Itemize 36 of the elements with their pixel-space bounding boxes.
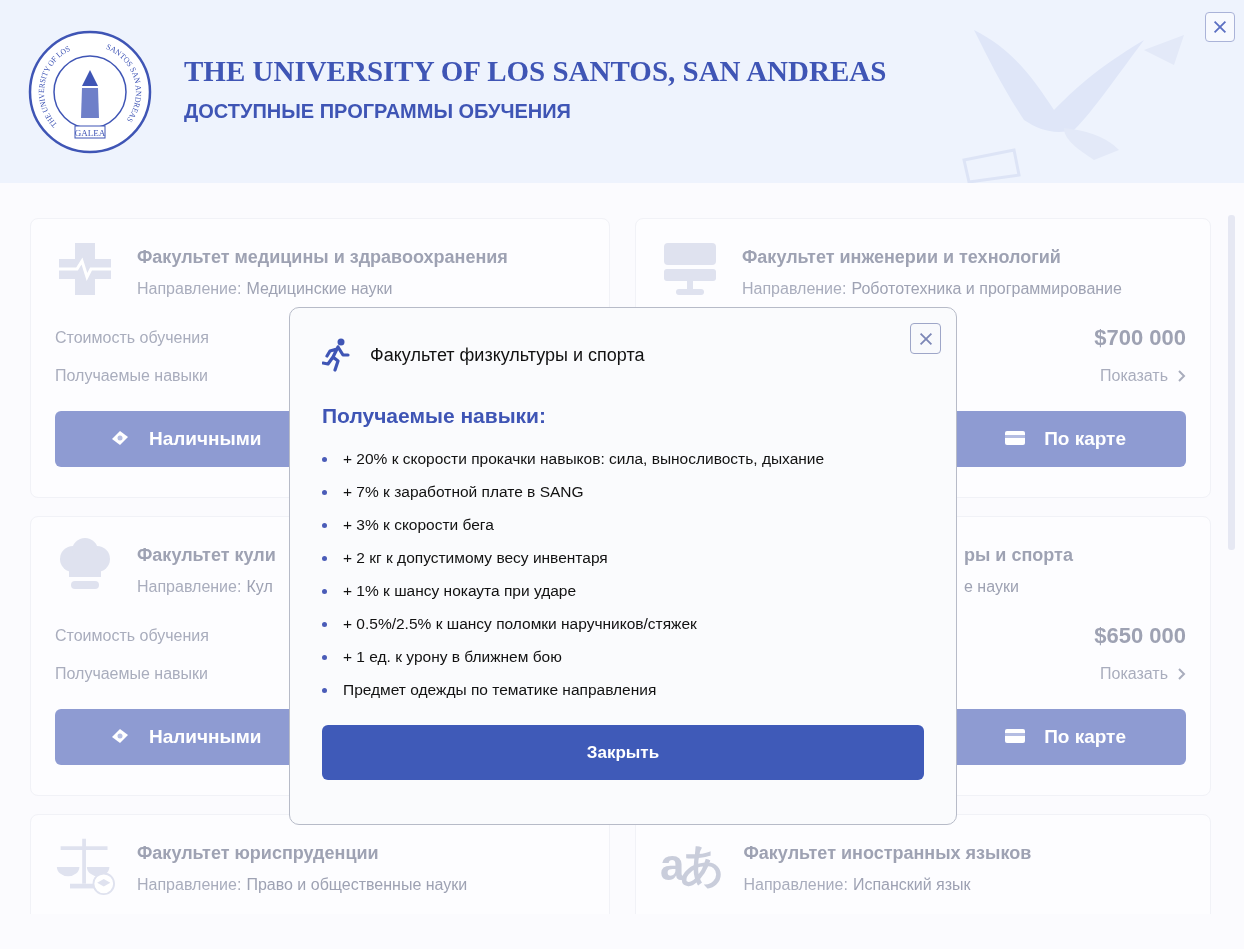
skills-label: Получаемые навыки — [55, 665, 209, 683]
direction-label: Направление: — [743, 876, 848, 894]
price: $700 000 — [1094, 325, 1186, 351]
cost-label: Стоимость обучения — [55, 627, 209, 645]
direction-value: Робототехника и программирование — [851, 280, 1122, 298]
skill-item: + 3% к скорости бега — [343, 516, 494, 534]
seal-banner-text: GALEA — [74, 127, 106, 137]
skill-item: + 7% к заработной плате в SANG — [343, 483, 584, 501]
price: $650 000 — [1094, 623, 1186, 649]
skill-item: + 20% к скорости прокачки навыков: сила, выносливость, дыхание — [343, 450, 825, 468]
direction-label: Направление: — [137, 578, 242, 596]
skills-heading: Получаемые навыки: — [322, 404, 548, 428]
cost-label: Стоимость обучения — [55, 329, 209, 347]
page-subtitle: ДОСТУПНЫЕ ПРОГРАММЫ ОБУЧЕНИЯ — [184, 99, 572, 123]
faculty-title: Факультет медицины и здравоохранения — [137, 247, 508, 268]
direction-value: Медицинские науки — [246, 280, 393, 298]
faculty-title: Факультет инженерии и технологий — [742, 247, 1062, 268]
faculty-title: ры и спорта — [964, 545, 1073, 566]
university-title: THE UNIVERSITY OF LOS SANTOS, SAN ANDREAS — [184, 54, 887, 88]
faculty-title: Факультет иностранных языков — [743, 843, 1032, 864]
skill-item: Предмет одежды по тематике направления — [343, 681, 657, 699]
skill-item: + 1 ед. к урону в ближнем бою — [343, 648, 562, 666]
skill-item: + 1% к шансу нокаута при ударе — [343, 582, 577, 600]
skills-label: Получаемые навыки — [55, 367, 209, 385]
direction-label: Направление: — [137, 876, 242, 894]
skill-item: + 0.5%/2.5% к шансу поломки наручников/стяжек — [343, 615, 697, 633]
direction-label: Направление: — [742, 280, 847, 298]
dialog-title: Факультет физкультуры и спорта — [370, 344, 645, 366]
faculty-title: Факультет кули — [137, 545, 276, 566]
faculty-title: Факультет юриспруденции — [137, 843, 380, 864]
skill-item: + 2 кг к допустимому весу инвентаря — [343, 549, 608, 567]
direction-label: Направление: — [137, 280, 242, 298]
direction-value: е науки — [964, 578, 1019, 596]
direction-value: Право и общественные науки — [246, 876, 468, 894]
direction-value: Кул — [246, 578, 273, 596]
direction-value: Испанский язык — [852, 876, 971, 894]
